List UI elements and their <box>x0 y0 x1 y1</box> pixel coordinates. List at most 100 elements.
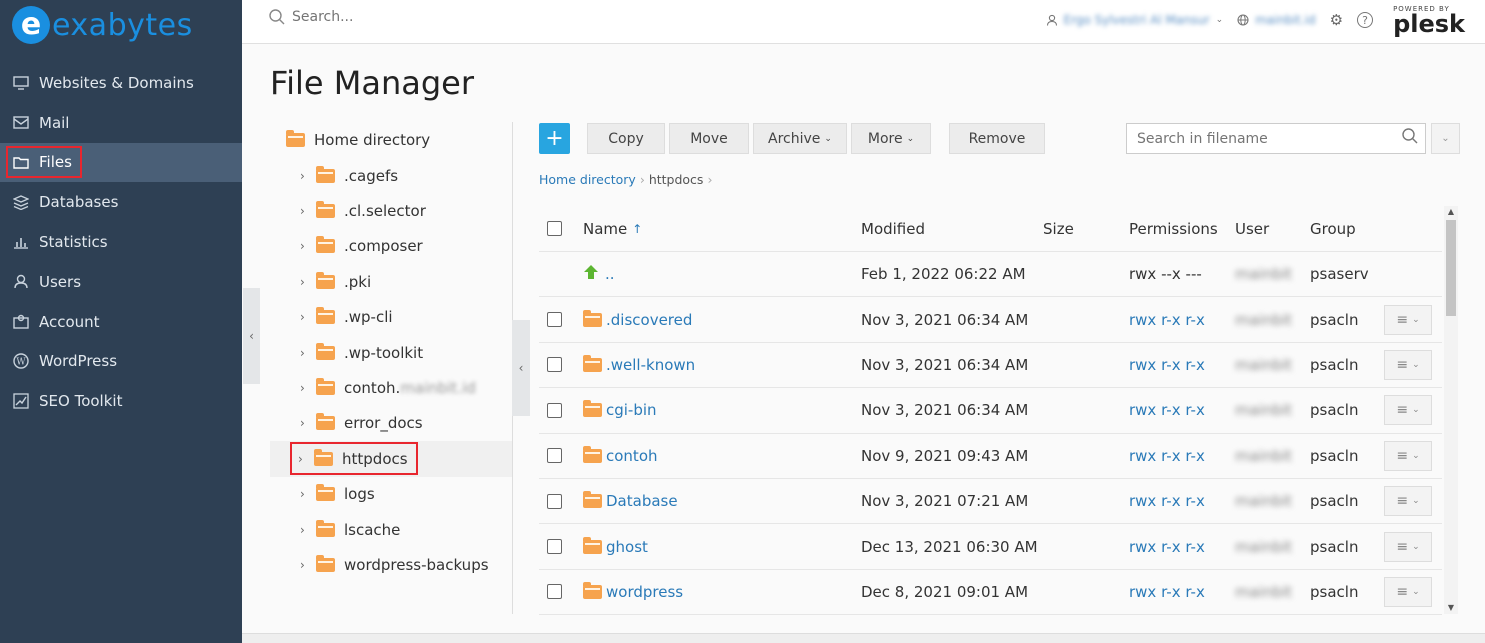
filename-search-input[interactable] <box>1127 130 1395 147</box>
breadcrumb-home[interactable]: Home directory <box>539 172 636 187</box>
permissions-link[interactable]: rwx r-x r-x <box>1129 570 1205 614</box>
search-options-dropdown[interactable]: ⌄ <box>1431 123 1460 154</box>
tree-item-httpdocs[interactable]: › httpdocs <box>270 441 512 477</box>
sidebar-item-mail[interactable]: Mail <box>0 103 242 143</box>
global-search-input[interactable] <box>292 9 492 25</box>
file-name-link[interactable]: ghost <box>583 524 648 568</box>
chevron-right-icon[interactable]: › <box>300 310 312 324</box>
account-icon <box>12 313 30 331</box>
permissions-link[interactable]: rwx r-x r-x <box>1129 297 1205 341</box>
file-name-link[interactable]: Database <box>583 479 678 523</box>
chevron-right-icon[interactable]: › <box>300 381 312 395</box>
file-name-link[interactable]: .discovered <box>583 297 692 341</box>
chevron-right-icon[interactable]: › <box>300 275 312 289</box>
sidebar-item-users[interactable]: Users <box>0 262 242 302</box>
move-button[interactable]: Move <box>669 123 749 154</box>
file-name-link[interactable]: cgi-bin <box>583 388 657 432</box>
row-menu-button[interactable]: ≡ ⌄ <box>1384 304 1432 335</box>
sidebar-item-seo-toolkit[interactable]: SEO Toolkit <box>0 381 242 421</box>
add-button[interactable]: + <box>539 123 570 154</box>
row-checkbox[interactable] <box>547 524 562 568</box>
archive-button[interactable]: Archive ⌄ <box>753 123 847 154</box>
column-permissions[interactable]: Permissions <box>1129 206 1218 251</box>
row-checkbox[interactable] <box>547 388 562 432</box>
column-user[interactable]: User <box>1235 206 1269 251</box>
row-checkbox[interactable] <box>547 343 562 387</box>
scroll-thumb[interactable] <box>1446 220 1456 316</box>
chevron-right-icon[interactable]: › <box>300 169 312 183</box>
row-menu-button[interactable]: ≡ ⌄ <box>1384 486 1432 517</box>
file-name-link[interactable]: wordpress <box>583 570 683 614</box>
folder-icon <box>286 130 305 147</box>
table-row: .. Feb 1, 2022 06:22 AM rwx --x --- main… <box>539 252 1442 298</box>
row-menu-button[interactable]: ≡ ⌄ <box>1384 349 1432 380</box>
row-menu-button[interactable]: ≡ ⌄ <box>1384 395 1432 426</box>
sidebar-item-label: SEO Toolkit <box>39 392 123 411</box>
permissions-link[interactable]: rwx r-x r-x <box>1129 524 1205 568</box>
row-checkbox[interactable] <box>547 297 562 341</box>
row-menu-button[interactable]: ≡ ⌄ <box>1384 440 1432 471</box>
hamburger-icon: ≡ <box>1396 493 1409 510</box>
chevron-right-icon[interactable]: › <box>300 487 312 501</box>
tree-collapse-handle[interactable]: ‹ <box>512 320 530 416</box>
tree-item-contoh[interactable]: › contoh. mainbit.id <box>270 370 512 405</box>
tree-item-wordpress-backups[interactable]: › wordpress-backups <box>270 547 512 582</box>
advisor-icon[interactable]: ⚙ <box>1330 11 1343 29</box>
row-menu-button[interactable]: ≡ ⌄ <box>1384 531 1432 562</box>
chevron-right-icon[interactable]: › <box>300 416 312 430</box>
user-menu[interactable]: Ergo Sylvestri Al Mansur ⌄ <box>1046 13 1223 27</box>
chevron-right-icon[interactable]: › <box>300 523 312 537</box>
tree-item-wp-toolkit[interactable]: › .wp-toolkit <box>270 335 512 370</box>
permissions-link[interactable]: rwx r-x r-x <box>1129 388 1205 432</box>
column-modified[interactable]: Modified <box>861 206 925 251</box>
row-checkbox[interactable] <box>547 570 562 614</box>
chevron-right-icon[interactable]: › <box>300 558 312 572</box>
sidebar-item-files[interactable]: Files <box>0 142 242 183</box>
remove-button[interactable]: Remove <box>949 123 1045 154</box>
parent-directory-link[interactable]: .. <box>583 252 615 296</box>
sidebar-collapse-handle[interactable]: ‹ <box>243 288 260 384</box>
row-menu-button[interactable]: ≡ ⌄ <box>1384 576 1432 607</box>
tree-item-error-docs[interactable]: › error_docs <box>270 406 512 441</box>
tree-item-pki[interactable]: › .pki <box>270 264 512 299</box>
user-name: Ergo Sylvestri Al Mansur <box>1063 13 1210 27</box>
row-checkbox[interactable] <box>547 479 562 523</box>
tree-item-composer[interactable]: › .composer <box>270 229 512 264</box>
tree-item-cagefs[interactable]: › .cagefs <box>270 158 512 193</box>
select-all-checkbox[interactable] <box>547 206 562 251</box>
help-icon[interactable]: ? <box>1357 12 1374 28</box>
user-cell: mainbit <box>1235 446 1293 465</box>
row-checkbox[interactable] <box>547 434 562 478</box>
table-scrollbar[interactable]: ▲ ▼ <box>1444 206 1458 614</box>
more-button[interactable]: More ⌄ <box>851 123 931 154</box>
sidebar-item-websites-domains[interactable]: Websites & Domains <box>0 63 242 103</box>
column-name[interactable]: Name ↑ <box>583 206 642 251</box>
search-icon[interactable] <box>1395 127 1425 150</box>
permissions-link[interactable]: rwx r-x r-x <box>1129 479 1205 523</box>
scroll-down-icon[interactable]: ▼ <box>1446 603 1456 613</box>
permissions-link[interactable]: rwx r-x r-x <box>1129 434 1205 478</box>
copy-button[interactable]: Copy <box>587 123 665 154</box>
column-size[interactable]: Size <box>1043 206 1074 251</box>
column-group[interactable]: Group <box>1310 206 1356 251</box>
permissions-link[interactable]: rwx r-x r-x <box>1129 343 1205 387</box>
sidebar-item-wordpress[interactable]: W WordPress <box>0 342 242 382</box>
tree-item-logs[interactable]: › logs <box>270 477 512 512</box>
sidebar-item-statistics[interactable]: Statistics <box>0 222 242 262</box>
chevron-right-icon[interactable]: › <box>298 452 310 466</box>
chevron-right-icon[interactable]: › <box>300 346 312 360</box>
sidebar-item-account[interactable]: Account <box>0 302 242 342</box>
chevron-right-icon[interactable]: › <box>300 239 312 253</box>
tree-item-wp-cli[interactable]: › .wp-cli <box>270 300 512 335</box>
scroll-up-icon[interactable]: ▲ <box>1446 207 1456 217</box>
tree-item-cl-selector[interactable]: › .cl.selector <box>270 193 512 228</box>
files-highlight: Files <box>6 146 82 179</box>
exabytes-logo[interactable]: e exabytes <box>12 5 193 45</box>
tree-item-lscache[interactable]: › lscache <box>270 512 512 547</box>
file-name-link[interactable]: contoh <box>583 434 658 478</box>
sidebar-item-databases[interactable]: Databases <box>0 182 242 222</box>
tree-root-home[interactable]: Home directory <box>270 122 512 158</box>
file-name-link[interactable]: .well-known <box>583 343 695 387</box>
subscription-menu[interactable]: mainbit.id <box>1237 13 1316 27</box>
chevron-right-icon[interactable]: › <box>300 204 312 218</box>
